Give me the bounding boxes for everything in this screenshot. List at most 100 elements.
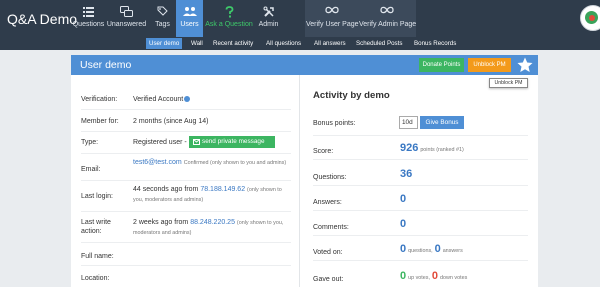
answers-label: Answers: [313,199,342,206]
row-separator [81,242,291,243]
chat-bubbles-icon [106,0,147,21]
location-label: Location: [81,275,110,282]
comments-label: Comments: [313,224,349,231]
row-separator [313,135,528,136]
up-votes-word: up votes, [408,275,430,281]
comments-number: 0 [400,218,407,230]
answers-number: 0 [400,193,407,205]
last-write-label-line1: Last write [81,219,111,226]
row-separator [313,235,528,236]
last-write-ip-link[interactable]: 88.248.220.25 [190,219,235,226]
row-separator [81,180,291,181]
up-votes-number: 0 [400,270,407,282]
send-private-message-button[interactable]: send private message [189,136,275,148]
nav-tags-label: Tags [155,21,170,28]
bonus-points-input[interactable]: 10d [399,116,418,129]
voted-questions-word: questions, [408,248,433,254]
questions-value: 36 [400,168,413,180]
row-separator [313,210,528,211]
gave-out-value: 0 up votes, 0 down votes [400,270,468,283]
member-label: Member for: [81,118,119,125]
send-private-message-label: send private message [202,138,265,145]
nav-verify-admin-page[interactable]: Verify Admin Page [359,0,416,37]
favorite-star-icon[interactable] [516,56,534,74]
voted-answers-number: 0 [434,243,441,255]
voted-answers-word: answers [442,248,463,254]
row-separator [81,153,291,154]
type-label: Type: [81,139,99,146]
last-write-label-line2: action: [81,228,102,235]
subnav-bonus-records[interactable]: Bonus Records [411,38,459,49]
verification-label: Verification: [81,96,118,103]
email-note: Confirmed (only shown to you and admins) [183,160,287,166]
donate-points-button[interactable]: Donate Points [419,58,464,72]
profile-subnav: User demo Wall Recent activity All quest… [0,37,600,50]
infinity-icon [306,0,358,21]
nav-admin[interactable]: Admin [255,0,282,37]
profile-card-header: User demo Donate Points Unblock PM [71,55,538,75]
down-votes-number: 0 [431,270,439,282]
questions-label: Questions: [313,174,347,181]
nav-unanswered[interactable]: Unanswered [106,0,147,37]
top-navbar: Q&A Demo Questions Unanswered Tags Users… [0,0,600,37]
nav-verify-user-page[interactable]: Verify User Page [306,0,359,37]
nav-ask-question[interactable]: Ask a Question [205,0,253,37]
last-write-prefix: 2 weeks ago from [133,219,189,226]
unblock-pm-button[interactable]: Unblock PM [468,58,511,72]
subnav-scheduled-posts[interactable]: Scheduled Posts [353,38,405,49]
list-icon [72,0,105,21]
voted-value: 0 questions, 0 answers [400,243,463,256]
row-separator [81,211,291,212]
subnav-all-answers[interactable]: All answers [311,38,349,49]
nav-ask-question-label: Ask a Question [205,21,253,28]
nav-users[interactable]: Users [176,0,203,37]
voted-label: Voted on: [313,249,343,256]
member-value: 2 months (since Aug 14) [133,118,209,125]
subnav-user[interactable]: User demo [146,38,183,49]
nav-admin-label: Admin [258,21,279,28]
score-label: Score: [313,148,334,155]
questions-number: 36 [400,168,413,180]
gave-out-label: Gave out: [313,276,344,283]
email-link[interactable]: test6@test.com [133,159,182,166]
page-title: User demo [80,59,132,71]
nav-tags[interactable]: Tags [150,0,175,37]
last-login-ip-link[interactable]: 78.188.149.62 [200,186,245,193]
nav-questions[interactable]: Questions [72,0,105,37]
avatar-accent [589,15,595,21]
user-avatar[interactable] [580,5,600,31]
info-icon [184,96,191,103]
down-votes-word: down votes [440,275,468,281]
last-login-prefix: 44 seconds ago from [133,186,199,193]
row-separator [81,109,291,110]
column-divider [299,75,300,287]
nav-users-label: Users [180,21,199,28]
type-value-text: Registered user - [133,139,187,146]
site-logo[interactable]: Q&A Demo [7,11,77,27]
score-number: 926 [400,142,419,154]
row-separator [313,185,528,186]
tags-icon [150,0,175,21]
unblock-pm-tooltip: Unblock PM [489,78,528,88]
row-separator [81,131,291,132]
fullname-label: Full name: [81,253,114,260]
score-value: 926 points (ranked #1) [400,142,464,155]
subnav-wall[interactable]: Wall [188,38,206,49]
infinity-icon [359,0,415,21]
users-icon [176,0,203,21]
bonus-label: Bonus points: [313,120,356,127]
nav-verify-user-label: Verify User Page [306,21,359,28]
question-mark-icon [205,0,253,21]
last-login-value: 44 seconds ago from 78.188.149.62 (only … [133,185,291,205]
voted-questions-number: 0 [400,243,407,255]
last-write-value: 2 weeks ago from 88.248.220.25 (only sho… [133,218,291,238]
nav-questions-label: Questions [72,21,105,28]
subnav-recent-activity[interactable]: Recent activity [210,38,256,49]
profile-card: User demo Donate Points Unblock PM Verif… [71,55,538,287]
give-bonus-button[interactable]: Give Bonus [420,116,464,129]
row-separator [313,159,528,160]
verified-account-text: Verified Account [133,96,184,103]
score-note: points (ranked #1) [420,147,464,153]
last-write-label: Last write action: [81,218,131,236]
subnav-all-questions[interactable]: All questions [263,38,304,49]
